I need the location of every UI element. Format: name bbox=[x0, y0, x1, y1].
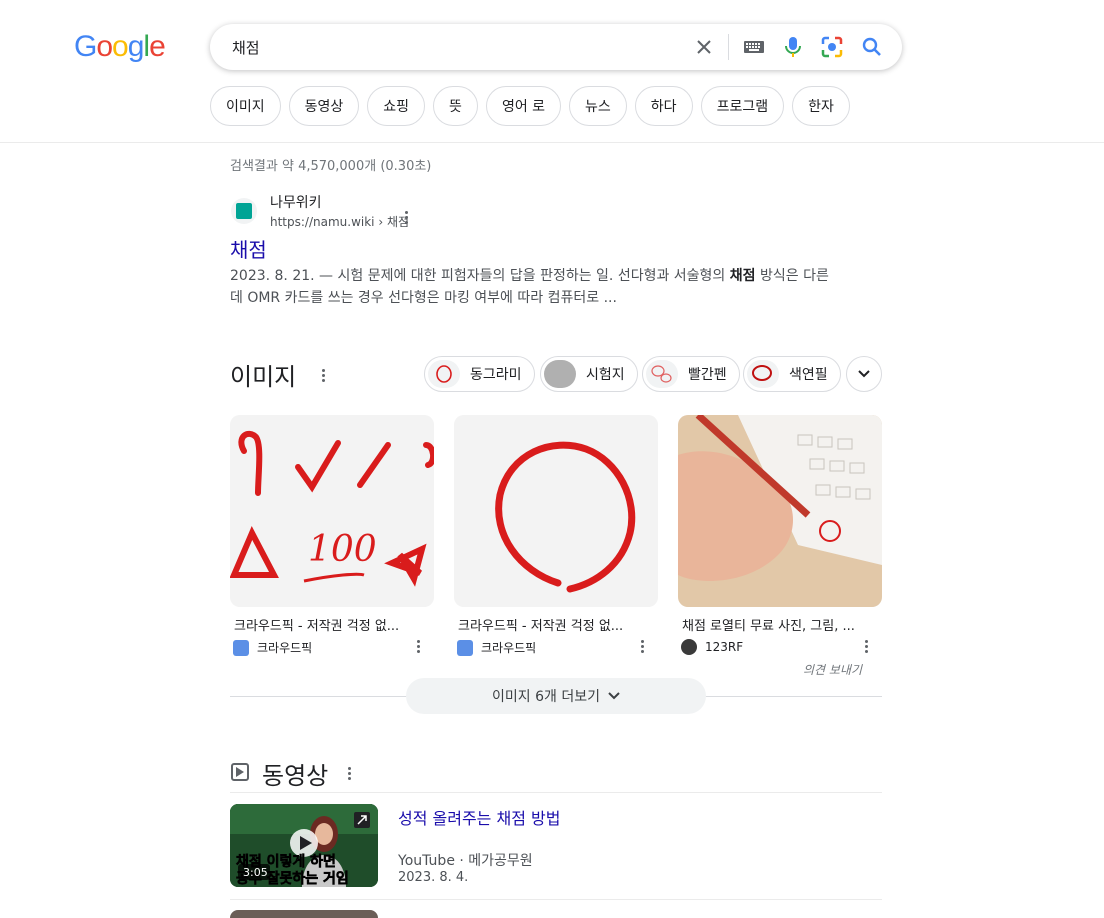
more-images-button[interactable]: 이미지 6개 더보기 bbox=[406, 678, 706, 714]
divider bbox=[230, 792, 882, 793]
chip-images[interactable]: 이미지 bbox=[210, 86, 281, 126]
chip-label: 빨간펜 bbox=[688, 367, 727, 383]
image-source[interactable]: 크라우드픽 bbox=[454, 639, 658, 656]
snippet-highlight: 채점 bbox=[729, 268, 756, 284]
red-check-marks-image[interactable]: 100 bbox=[230, 415, 434, 607]
lens-icon[interactable] bbox=[820, 35, 844, 59]
video-title-link[interactable]: 성적 올려주는 채점 방법 bbox=[398, 805, 560, 829]
feedback-link[interactable]: 의견 보내기 bbox=[803, 661, 862, 678]
image-caption[interactable]: 크라우드픽 - 저작권 걱정 없... bbox=[454, 615, 648, 634]
image-source-name: 크라우드픽 bbox=[257, 641, 313, 655]
result-title-link[interactable]: 채점 bbox=[230, 234, 267, 263]
video-icon bbox=[231, 763, 249, 781]
chip-program[interactable]: 프로그램 bbox=[700, 86, 785, 126]
more-options-icon[interactable] bbox=[640, 640, 646, 655]
images-more-options-icon[interactable] bbox=[321, 369, 327, 384]
site-name[interactable]: 나무위키 bbox=[270, 192, 322, 212]
google-logo[interactable]: Google bbox=[74, 30, 166, 64]
hand-grading-paper-image[interactable] bbox=[678, 415, 882, 607]
chip-verb[interactable]: 하다 bbox=[634, 86, 693, 126]
image-source-name: 크라우드픽 bbox=[481, 641, 537, 655]
video-thumbnail[interactable]: 채점 이렇게 하면 공부 잘못하는 거임 3:05 bbox=[230, 804, 378, 887]
image-chip-test-paper[interactable]: 시험지 bbox=[540, 356, 638, 392]
search-box[interactable]: 채점 bbox=[210, 24, 902, 70]
result-snippet: 2023. 8. 21. — 시험 문제에 대한 피험자들의 답을 판정하는 일… bbox=[230, 265, 830, 309]
chip-label: 시험지 bbox=[586, 367, 625, 383]
crowdpic-favicon-icon bbox=[233, 639, 249, 656]
keyboard-icon[interactable] bbox=[742, 35, 766, 59]
more-images-label: 이미지 6개 더보기 bbox=[492, 689, 600, 705]
snippet-text: 2023. 8. 21. — 시험 문제에 대한 피험자들의 답을 판정하는 일… bbox=[230, 268, 730, 284]
logo-letter: G bbox=[74, 30, 97, 63]
image-source-name: 123RF bbox=[705, 640, 744, 654]
score-100-text: 100 bbox=[308, 529, 377, 570]
videos-more-options-icon[interactable] bbox=[347, 767, 353, 782]
site-url[interactable]: https://namu.wiki › 채점 bbox=[270, 213, 409, 230]
video-date: 2023. 8. 4. bbox=[398, 870, 469, 885]
chip-english[interactable]: 영어 로 bbox=[485, 86, 562, 126]
logo-letter: e bbox=[149, 30, 166, 63]
more-options-icon[interactable] bbox=[404, 211, 410, 226]
header-divider bbox=[0, 142, 1104, 143]
logo-letter: o bbox=[112, 30, 129, 63]
chevron-down-icon bbox=[858, 370, 870, 378]
chip-meaning[interactable]: 뜻 bbox=[433, 86, 478, 126]
colored-pencil-thumb-icon bbox=[747, 360, 779, 388]
divider bbox=[728, 34, 729, 60]
next-video-thumbnail[interactable] bbox=[230, 910, 378, 918]
result-stats: 검색결과 약 4,570,000개 (0.30초) bbox=[230, 159, 432, 174]
chevron-down-icon bbox=[608, 692, 620, 700]
chip-hanja[interactable]: 한자 bbox=[792, 86, 850, 126]
filter-chips: 이미지 동영상 쇼핑 뜻 영어 로 뉴스 하다 프로그램 한자 bbox=[210, 86, 850, 126]
image-chip-circle[interactable]: 동그라미 bbox=[424, 356, 535, 392]
crowdpic-favicon-icon bbox=[457, 639, 473, 656]
image-chip-red-pen[interactable]: 빨간펜 bbox=[642, 356, 740, 392]
chip-videos[interactable]: 동영상 bbox=[288, 86, 360, 126]
video-duration: 3:05 bbox=[243, 866, 268, 879]
chip-shopping[interactable]: 쇼핑 bbox=[367, 86, 426, 126]
videos-section-title: 동영상 bbox=[262, 762, 329, 790]
image-result-card[interactable]: 크라우드픽 - 저작권 걱정 없... 크라우드픽 bbox=[454, 415, 658, 656]
red-circle-image[interactable] bbox=[454, 415, 658, 607]
test-paper-thumb-icon bbox=[544, 360, 576, 388]
chip-news[interactable]: 뉴스 bbox=[569, 86, 627, 126]
namuwiki-favicon-icon bbox=[231, 198, 257, 224]
more-options-icon[interactable] bbox=[864, 639, 870, 655]
red-pen-thumb-icon bbox=[646, 360, 678, 388]
logo-letter: o bbox=[96, 30, 113, 63]
more-options-icon[interactable] bbox=[416, 640, 422, 655]
image-result-card[interactable]: 채점 로열티 무료 사진, 그림, ... 123RF bbox=[678, 415, 882, 655]
image-source[interactable]: 123RF bbox=[678, 639, 882, 655]
image-chip-colored-pencil[interactable]: 색연필 bbox=[743, 356, 841, 392]
chip-label: 동그라미 bbox=[470, 367, 522, 383]
video-source: YouTube · 메가공무원 bbox=[398, 853, 533, 869]
search-input[interactable]: 채점 bbox=[232, 37, 260, 58]
image-source[interactable]: 크라우드픽 bbox=[230, 639, 434, 656]
image-result-card[interactable]: 100 크라우드픽 - 저작권 걱정 없... 크라우드픽 bbox=[230, 415, 434, 656]
images-section-title: 이미지 bbox=[230, 363, 297, 391]
image-caption[interactable]: 채점 로열티 무료 사진, 그림, ... bbox=[678, 615, 872, 634]
circle-thumb-icon bbox=[428, 360, 460, 388]
logo-letter: g bbox=[127, 30, 145, 63]
clear-icon[interactable] bbox=[692, 35, 716, 59]
chip-label: 색연필 bbox=[789, 367, 828, 383]
search-icon[interactable] bbox=[860, 35, 884, 59]
image-caption[interactable]: 크라우드픽 - 저작권 걱정 없... bbox=[230, 615, 424, 634]
expand-chips-button[interactable] bbox=[846, 356, 882, 392]
123rf-favicon-icon bbox=[681, 639, 697, 655]
divider bbox=[230, 899, 882, 900]
microphone-icon[interactable] bbox=[781, 35, 805, 59]
